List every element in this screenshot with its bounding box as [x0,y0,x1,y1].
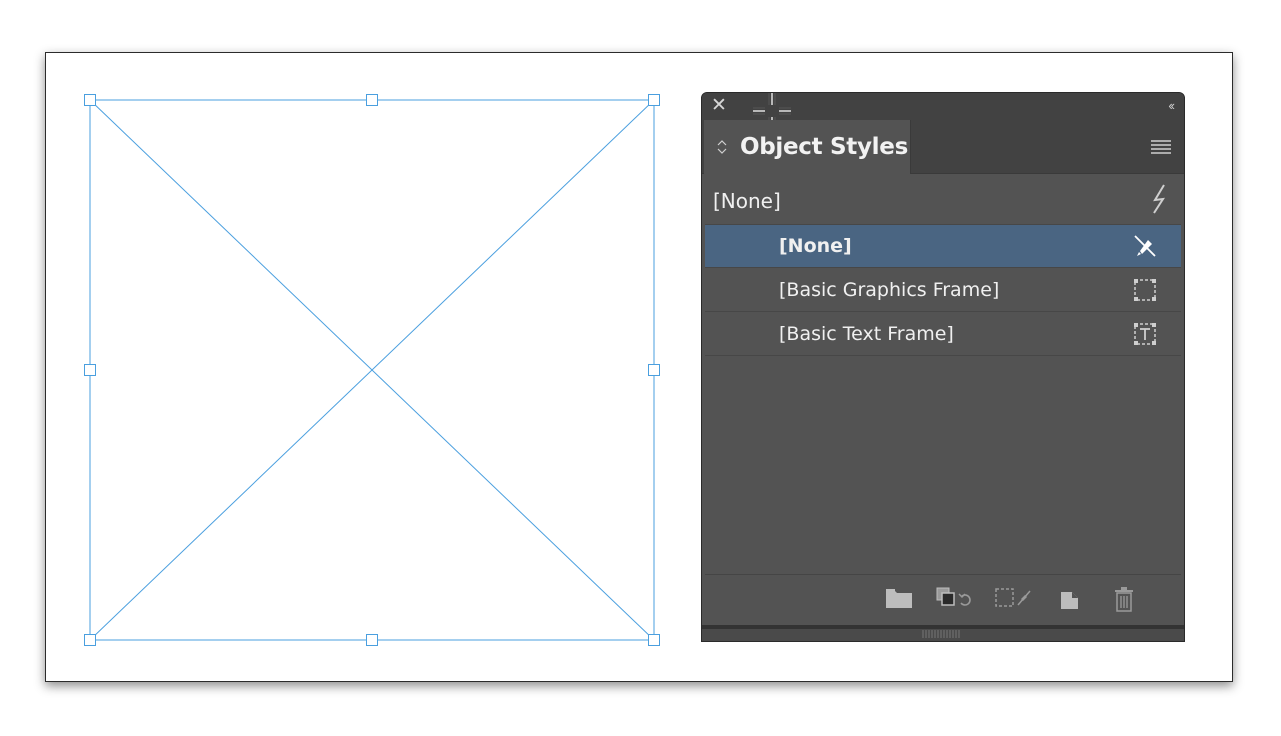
handle-bottom-center [366,634,378,646]
panel-resize-bar[interactable] [702,625,1184,641]
panel-tab-bar: Object Styles [702,120,1184,174]
trash-icon[interactable] [1113,587,1135,613]
new-folder-icon[interactable] [885,587,913,609]
style-row-label: [Basic Text Frame] [779,323,954,345]
tab-object-styles[interactable]: Object Styles [704,120,911,174]
handle-top-right [648,94,660,106]
resize-grip-icon[interactable] [921,630,961,638]
new-style-icon[interactable] [1058,587,1082,611]
handle-top-center [366,94,378,106]
handle-bottom-right [648,634,660,646]
handle-middle-right [648,364,660,376]
tab-updown-icon [717,140,727,154]
text-frame-icon [1134,323,1156,345]
default-style-label: [None] [713,189,781,213]
object-styles-panel: ✕ ‹‹ Object Styles [None] [None] [Basic … [701,92,1185,642]
panel-title: Object Styles [740,134,908,160]
clear-attributes-icon[interactable] [994,587,1034,611]
clear-overrides-icon[interactable] [936,587,976,611]
handle-middle-left [84,364,96,376]
style-row-label: [Basic Graphics Frame] [779,279,1000,301]
collapse-panel-icon[interactable]: ‹‹ [1168,98,1175,113]
pen-slash-icon [1134,235,1156,257]
graphics-frame-icon [1134,279,1156,301]
close-icon[interactable]: ✕ [711,96,727,116]
handle-top-left [84,94,96,106]
default-style-row[interactable]: [None] [702,174,1184,222]
style-row-basic-graphics-frame[interactable]: [Basic Graphics Frame] [705,269,1181,312]
handle-bottom-left [84,634,96,646]
panel-menu-icon[interactable] [1151,140,1171,154]
panel-footer-toolbar [702,575,1184,623]
style-row-none[interactable]: [None] [705,225,1181,268]
panel-title-bar[interactable]: ✕ ‹‹ [702,93,1184,129]
lightning-icon [1153,184,1165,214]
style-row-label: [None] [779,235,852,257]
style-row-basic-text-frame[interactable]: [Basic Text Frame] [705,313,1181,356]
